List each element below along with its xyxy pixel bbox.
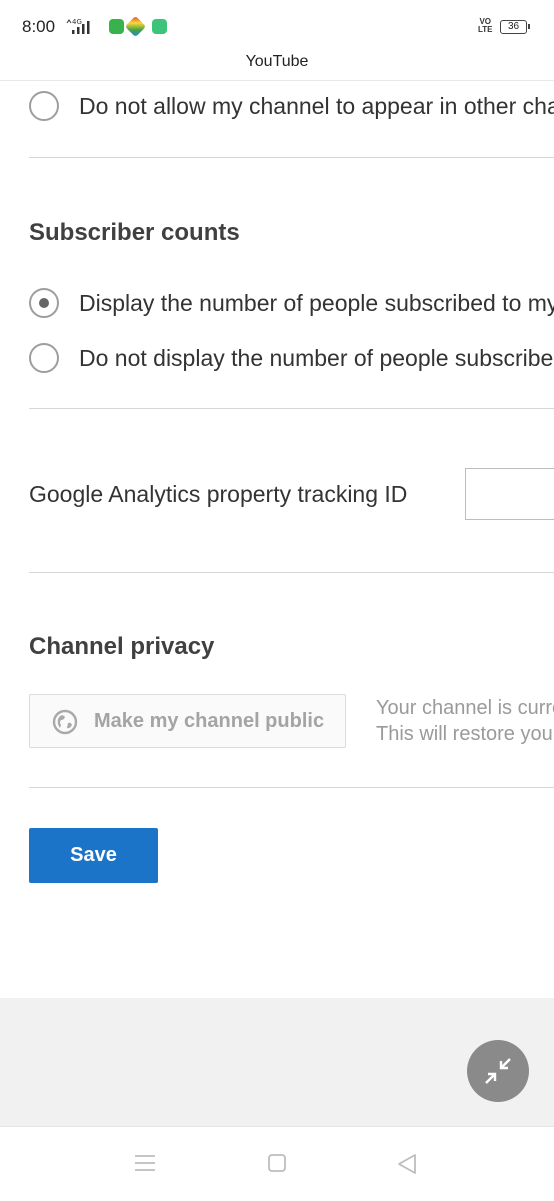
- radio-button[interactable]: [29, 91, 59, 121]
- minimize-fab-button[interactable]: [467, 1040, 529, 1102]
- globe-icon: [52, 709, 78, 735]
- colorful-app-icon: [124, 15, 147, 38]
- app-title: YouTube: [0, 52, 554, 81]
- network-label: 4G: [72, 18, 82, 26]
- privacy-note: Your channel is currently hidden. This w…: [376, 695, 554, 747]
- volte-icon: VO LTE: [478, 17, 493, 34]
- radio-label: Do not allow my channel to appear in oth…: [79, 93, 554, 119]
- save-button[interactable]: Save: [29, 828, 158, 883]
- chat-app-icon: [152, 19, 167, 34]
- privacy-note-line1: Your channel is currently hidden.: [376, 697, 554, 719]
- divider: [29, 157, 554, 158]
- minimize-arrows-icon: [485, 1058, 511, 1084]
- system-nav-bar: [0, 1126, 554, 1201]
- battery-icon: 36: [500, 20, 530, 34]
- subscriber-counts-title: Subscriber counts: [29, 219, 240, 246]
- radio-button[interactable]: [29, 343, 59, 373]
- privacy-note-line2: This will restore your channel.: [376, 723, 554, 745]
- make-channel-public-label: Make my channel public: [94, 710, 325, 732]
- divider: [29, 572, 554, 573]
- analytics-label: Google Analytics property tracking ID: [29, 481, 408, 507]
- settings-content: Do not allow my channel to appear in oth…: [0, 81, 554, 998]
- home-square-icon[interactable]: [267, 1153, 287, 1173]
- status-time: 8:00: [22, 17, 56, 36]
- analytics-tracking-id-input[interactable]: [465, 468, 554, 520]
- divider: [29, 408, 554, 409]
- divider: [29, 787, 554, 788]
- back-triangle-icon[interactable]: [397, 1153, 417, 1175]
- channel-privacy-title: Channel privacy: [29, 633, 215, 660]
- radio-label: Do not display the number of people subs…: [79, 345, 554, 371]
- menu-icon[interactable]: [134, 1153, 156, 1173]
- signal-icon: 4G: [66, 18, 90, 34]
- make-channel-public-button[interactable]: Make my channel public: [29, 694, 346, 748]
- radio-button-selected[interactable]: [29, 288, 59, 318]
- green-app-icon: [109, 19, 124, 34]
- radio-label: Display the number of people subscribed …: [79, 290, 554, 316]
- status-bar: 8:00 4G VO LTE 36: [0, 0, 554, 52]
